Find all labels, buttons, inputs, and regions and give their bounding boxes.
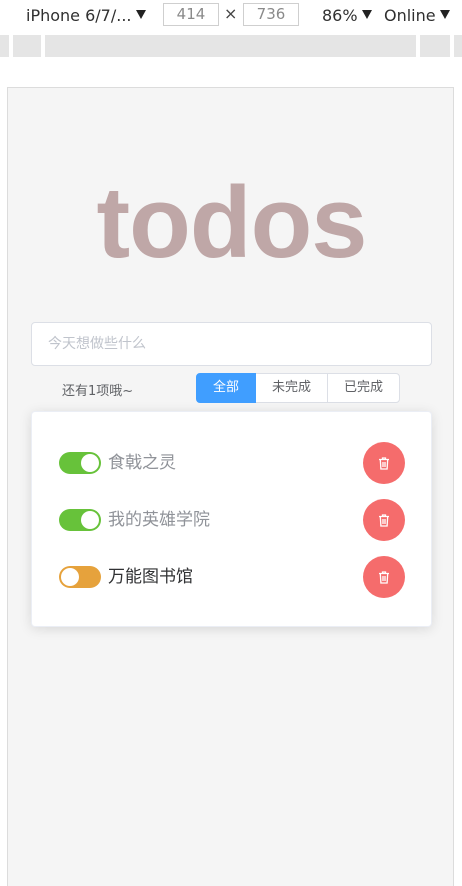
zoom-select[interactable]: 86% (322, 4, 372, 26)
times-icon: × (224, 4, 238, 23)
delete-button[interactable] (363, 442, 405, 484)
media-query-segment[interactable] (13, 35, 41, 57)
toggle-knob (81, 454, 99, 472)
toggle-knob (81, 511, 99, 529)
todo-item: 我的英雄学院 (32, 498, 433, 542)
todo-text: 我的英雄学院 (108, 510, 210, 530)
media-query-segment[interactable] (0, 35, 9, 57)
filter-all-button[interactable]: 全部 (196, 373, 257, 403)
media-query-bar (0, 35, 462, 57)
width-field[interactable]: 414 (163, 3, 219, 26)
device-select-label: iPhone 6/7/... (26, 5, 132, 25)
network-select[interactable]: Online (384, 4, 450, 26)
media-query-segment[interactable] (420, 35, 450, 57)
media-query-segment[interactable] (454, 35, 462, 57)
todo-toggle[interactable] (59, 509, 101, 531)
chevron-down-icon (135, 9, 146, 19)
todo-item: 食戟之灵 (32, 441, 433, 485)
filter-active-button[interactable]: 未完成 (255, 373, 329, 403)
new-todo-input[interactable] (31, 322, 432, 366)
trash-icon (379, 570, 389, 584)
todo-text: 食戟之灵 (108, 453, 176, 473)
media-query-segment[interactable] (45, 35, 416, 57)
trash-icon (379, 456, 389, 470)
app-title: todos (96, 167, 368, 279)
chevron-down-icon (439, 9, 450, 19)
delete-button[interactable] (363, 556, 405, 598)
chevron-down-icon (361, 9, 372, 19)
toggle-knob (61, 568, 79, 586)
network-select-label: Online (384, 5, 436, 25)
height-field[interactable]: 736 (243, 3, 299, 26)
todo-text: 万能图书馆 (108, 567, 193, 587)
filter-group: 全部 未完成 已完成 (196, 373, 401, 403)
device-toolbar: iPhone 6/7/... 414 × 736 86% Online (0, 0, 462, 32)
zoom-select-label: 86% (322, 5, 358, 25)
delete-button[interactable] (363, 499, 405, 541)
filter-completed-button[interactable]: 已完成 (327, 373, 401, 403)
todo-toggle[interactable] (59, 566, 101, 588)
device-viewport: todos 还有1项哦~ 全部 未完成 已完成 食戟之灵 我的英雄学院 万能图书… (7, 87, 454, 886)
trash-icon (379, 513, 389, 527)
todo-list: 食戟之灵 我的英雄学院 万能图书馆 (31, 411, 432, 627)
todo-toggle[interactable] (59, 452, 101, 474)
todo-item: 万能图书馆 (32, 555, 433, 599)
device-select[interactable]: iPhone 6/7/... (26, 4, 146, 26)
remaining-count: 还有1项哦~ (62, 384, 134, 399)
